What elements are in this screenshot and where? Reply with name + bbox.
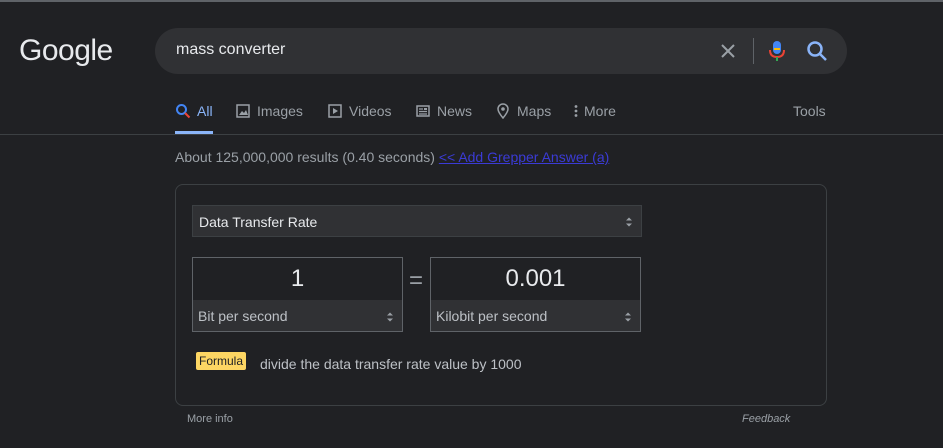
- search-box[interactable]: mass converter: [155, 28, 847, 74]
- to-unit-box: Kilobit per second: [430, 257, 641, 332]
- formula-badge: Formula: [196, 352, 247, 370]
- formula-text: divide the data transfer rate value by 1…: [260, 356, 522, 372]
- search-icon: [176, 104, 191, 119]
- tab-more[interactable]: More: [572, 102, 616, 134]
- select-arrows-icon: [387, 312, 393, 322]
- image-icon: [236, 104, 250, 118]
- from-unit-box: Bit per second: [192, 257, 403, 332]
- newspaper-icon: [416, 105, 430, 117]
- unit-converter-card: Data Transfer Rate Bit per second = Kilo…: [175, 184, 827, 406]
- play-icon: [328, 104, 342, 118]
- category-select[interactable]: Data Transfer Rate: [192, 205, 642, 237]
- tab-all[interactable]: All: [175, 102, 213, 134]
- result-count: About 125,000,000 results (0.40 seconds): [175, 149, 435, 165]
- tab-maps[interactable]: Maps: [495, 102, 551, 134]
- google-logo[interactable]: Google: [19, 34, 113, 68]
- search-divider: [753, 38, 754, 64]
- from-unit-value: Bit per second: [198, 308, 288, 324]
- select-arrows-icon: [625, 312, 631, 322]
- tab-label: Videos: [349, 103, 392, 119]
- equals-sign: =: [409, 267, 424, 294]
- map-pin-icon: [497, 103, 509, 119]
- tabs-divider: [0, 134, 943, 135]
- microphone-icon[interactable]: [767, 39, 787, 63]
- top-border: [0, 0, 943, 2]
- feedback-link[interactable]: Feedback: [742, 413, 790, 425]
- tab-videos[interactable]: Videos: [327, 102, 392, 134]
- more-vert-icon: [574, 105, 578, 117]
- tab-label: All: [197, 103, 213, 119]
- tab-news[interactable]: News: [415, 102, 472, 134]
- tab-images[interactable]: Images: [235, 102, 303, 134]
- from-unit-select[interactable]: Bit per second: [193, 300, 402, 331]
- close-icon[interactable]: [718, 41, 738, 61]
- to-unit-value: Kilobit per second: [436, 308, 548, 324]
- tab-label: More: [584, 103, 616, 119]
- tab-label: Images: [257, 103, 303, 119]
- search-input[interactable]: mass converter: [176, 41, 285, 59]
- result-stats: About 125,000,000 results (0.40 seconds)…: [175, 149, 609, 165]
- grepper-link[interactable]: << Add Grepper Answer (a): [439, 149, 609, 165]
- to-value-input[interactable]: [431, 258, 640, 300]
- tab-label: Maps: [517, 103, 552, 119]
- to-unit-select[interactable]: Kilobit per second: [431, 300, 640, 331]
- tab-label: News: [437, 103, 473, 119]
- from-value-input[interactable]: [193, 258, 402, 300]
- select-arrows-icon: [626, 217, 632, 227]
- tools-button[interactable]: Tools: [793, 103, 826, 119]
- more-info-link[interactable]: More info: [187, 413, 233, 425]
- search-icon[interactable]: [806, 40, 828, 62]
- category-value: Data Transfer Rate: [199, 214, 318, 230]
